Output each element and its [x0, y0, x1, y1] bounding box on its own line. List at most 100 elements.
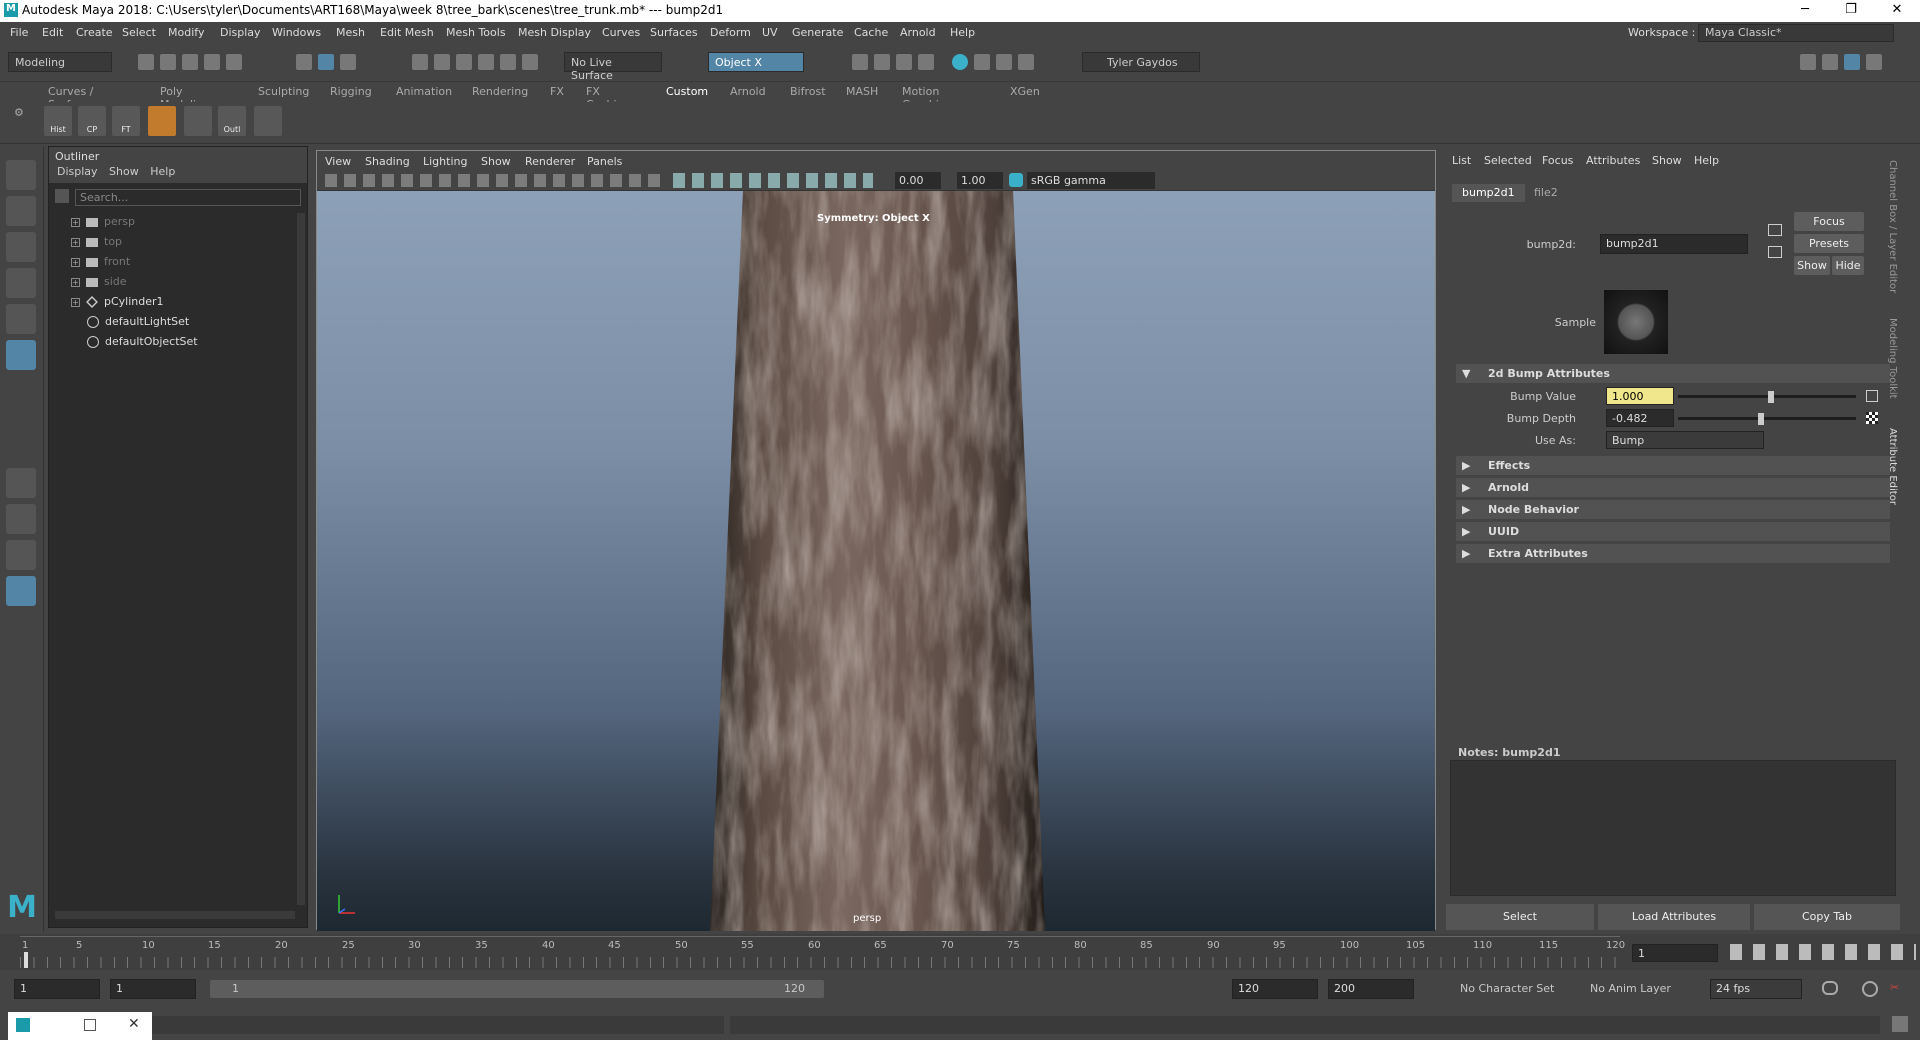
menu-deform[interactable]: Deform [710, 26, 751, 39]
render-frame-icon[interactable] [874, 54, 890, 70]
ipr-render-icon[interactable] [896, 54, 912, 70]
menu-create[interactable]: Create [76, 26, 113, 39]
render-settings-icon[interactable] [918, 54, 934, 70]
outliner-item[interactable]: defaultLightSet [87, 313, 189, 331]
menu-cache[interactable]: Cache [854, 26, 888, 39]
playback-controls-icon[interactable] [1730, 944, 1916, 960]
outliner-menu-help[interactable]: Help [150, 165, 175, 178]
menu-display[interactable]: Display [220, 26, 261, 39]
slider-knob[interactable] [1768, 391, 1774, 403]
map-button-icon[interactable] [1866, 390, 1878, 402]
redo-icon[interactable] [226, 54, 242, 70]
ae-copy-tab-button[interactable]: Copy Tab [1754, 904, 1900, 930]
arnold-render-icon[interactable] [974, 54, 990, 70]
menu-generate[interactable]: Generate [792, 26, 843, 39]
shelf-tab-xgen[interactable]: XGen [1010, 85, 1040, 98]
menu-help[interactable]: Help [950, 26, 975, 39]
close-button[interactable]: ✕ [1874, 0, 1920, 22]
animation-start-field[interactable]: 1 [14, 979, 100, 999]
minimized-window-tab[interactable]: ✕ [8, 1012, 152, 1040]
loop-icon[interactable] [1822, 981, 1838, 995]
outliner-item[interactable]: + pCylinder1 [71, 293, 164, 311]
lasso-tool-icon[interactable] [6, 196, 36, 226]
ae-tab-bump2d1[interactable]: bump2d1 [1452, 184, 1525, 202]
viewport-menu-panels[interactable]: Panels [587, 155, 622, 168]
paint-select-tool-icon[interactable] [6, 232, 36, 262]
ae-focus-button[interactable]: Focus [1794, 212, 1864, 231]
preferences-icon[interactable]: ✂ [1890, 981, 1906, 997]
shelf-tab-fx[interactable]: FX [550, 85, 564, 98]
menu-modify[interactable]: Modify [168, 26, 204, 39]
tool-settings-icon[interactable] [1844, 54, 1860, 70]
shelf-tab-bifrost[interactable]: Bifrost [790, 85, 826, 98]
outliner-item[interactable]: + front [71, 253, 130, 271]
shelf-tab-mash[interactable]: MASH [846, 85, 878, 98]
arnold-ipr-icon[interactable] [996, 54, 1012, 70]
node-name-field[interactable]: bump2d1 [1600, 234, 1748, 254]
channel-box-icon[interactable] [1866, 54, 1882, 70]
outliner-item[interactable]: + top [71, 233, 122, 251]
symmetry-dropdown[interactable]: Object X [708, 52, 804, 72]
input-connection-icon[interactable] [1768, 224, 1782, 236]
fps-dropdown[interactable]: 24 fps [1710, 979, 1802, 999]
maximize-button[interactable]: ❐ [1828, 0, 1874, 22]
modeling-toolkit-icon[interactable] [1800, 54, 1816, 70]
two-view-layout-icon[interactable] [6, 540, 36, 570]
range-slider[interactable]: 1 120 [210, 980, 824, 998]
restore-icon[interactable] [84, 1019, 96, 1031]
display-mode-icons[interactable] [673, 173, 873, 188]
ae-menu-list[interactable]: List [1452, 154, 1471, 167]
select-component-icon[interactable] [340, 54, 356, 70]
ae-presets-button[interactable]: Presets [1794, 234, 1864, 253]
select-hierarchy-icon[interactable] [296, 54, 312, 70]
anim-layer-dropdown[interactable]: No Anim Layer [1590, 982, 1671, 995]
side-tab-channel-box[interactable]: Channel Box / Layer Editor [1887, 160, 1898, 293]
shelf-tab-animation[interactable]: Animation [396, 85, 452, 98]
menu-mesh-tools[interactable]: Mesh Tools [446, 26, 506, 39]
ae-menu-focus[interactable]: Focus [1542, 154, 1573, 167]
ae-menu-attributes[interactable]: Attributes [1586, 154, 1640, 167]
section-2d-bump-attributes[interactable]: ▼ 2d Bump Attributes [1456, 364, 1890, 383]
shelf-tab-sculpting[interactable]: Sculpting [258, 85, 309, 98]
menu-surfaces[interactable]: Surfaces [650, 26, 698, 39]
shelf-grid-button[interactable] [184, 106, 212, 136]
shelf-tab-custom[interactable]: Custom [666, 85, 708, 98]
ae-menu-selected[interactable]: Selected [1484, 154, 1532, 167]
snap-view-icon[interactable] [478, 54, 494, 70]
outliner-search-input[interactable]: Search... [75, 189, 301, 206]
shelf-center-pivot-button[interactable]: CP [78, 106, 106, 136]
shelf-tab-arnold[interactable]: Arnold [730, 85, 766, 98]
snap-point-icon[interactable] [456, 54, 472, 70]
shelf-tab-rigging[interactable]: Rigging [330, 85, 372, 98]
rotate-tool-icon[interactable] [6, 304, 36, 334]
color-management-icon[interactable] [1009, 173, 1023, 187]
close-mini-icon[interactable]: ✕ [128, 1016, 140, 1032]
auto-key-icon[interactable] [1862, 981, 1878, 997]
scale-tool-icon[interactable] [6, 340, 36, 370]
snap-curve-icon[interactable] [434, 54, 450, 70]
section-effects[interactable]: ▶ Effects [1456, 456, 1890, 475]
viewport-menu-renderer[interactable]: Renderer [525, 155, 575, 168]
ae-menu-help[interactable]: Help [1694, 154, 1719, 167]
move-tool-icon[interactable] [6, 268, 36, 298]
undo-icon[interactable] [204, 54, 220, 70]
ae-load-attributes-button[interactable]: Load Attributes [1598, 904, 1750, 930]
side-tab-attribute-editor[interactable]: Attribute Editor [1887, 428, 1898, 505]
ae-hide-button[interactable]: Hide [1832, 256, 1864, 275]
gamma-field[interactable]: 1.00 [957, 172, 1003, 189]
menu-arnold[interactable]: Arnold [900, 26, 936, 39]
section-uuid[interactable]: ▶ UUID [1456, 522, 1890, 541]
outliner-item[interactable]: + persp [71, 213, 135, 231]
notes-textarea[interactable] [1450, 760, 1896, 896]
use-as-dropdown[interactable]: Bump [1606, 431, 1764, 449]
workspace-dropdown[interactable]: Maya Classic* [1698, 24, 1894, 42]
outliner-menu-display[interactable]: Display [57, 165, 98, 178]
select-object-icon[interactable] [318, 54, 334, 70]
shelf-freeze-transforms-button[interactable]: FT [112, 106, 140, 136]
viewport-menu-view[interactable]: View [325, 155, 351, 168]
save-scene-icon[interactable] [182, 54, 198, 70]
four-view-layout-icon[interactable] [6, 504, 36, 534]
menu-mesh-display[interactable]: Mesh Display [518, 26, 591, 39]
menu-edit-mesh[interactable]: Edit Mesh [380, 26, 434, 39]
bump-value-slider[interactable] [1678, 391, 1856, 403]
